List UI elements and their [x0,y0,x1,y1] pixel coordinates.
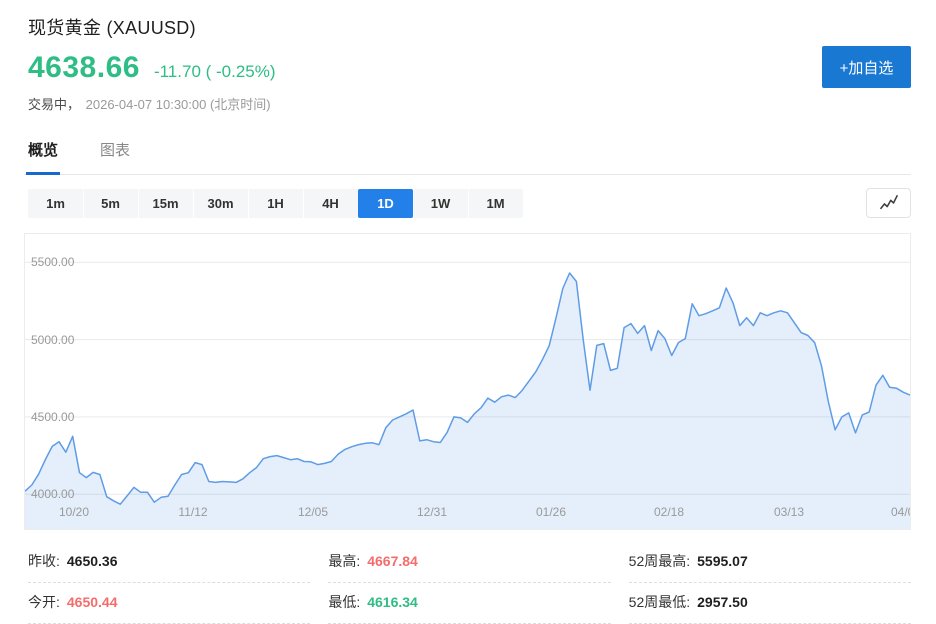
x-axis-label: 01/26 [531,505,571,519]
timeframe-button-5m[interactable]: 5m [83,189,138,218]
quote-header: 现货黄金 (XAUUSD) +加自选 4638.66 -11.70 ( -0.2… [0,0,936,113]
view-tabs: 概览 图表 [24,139,911,175]
y-axis-label: 5000.00 [31,333,74,347]
stat-label: 最低: [328,594,360,610]
last-price: 4638.66 [28,51,140,85]
x-axis-label: 04/07 [886,505,911,519]
timeframe-button-1H[interactable]: 1H [248,189,303,218]
add-watchlist-button[interactable]: +加自选 [822,46,911,88]
instrument-title: 现货黄金 (XAUUSD) [28,14,911,40]
quote-timestamp: 2026-04-07 10:30:00 (北京时间) [86,97,271,112]
stat-value: 5595.07 [697,553,748,569]
timeframe-button-1D[interactable]: 1D [358,189,413,218]
stat-value: 4616.34 [367,594,418,610]
stat-value: 4667.84 [367,553,418,569]
stat-value: 4650.44 [67,594,118,610]
x-axis-label: 11/12 [173,505,213,519]
x-axis-label: 12/31 [412,505,452,519]
stat-week52-low: 52周最低: 2957.50 [629,583,911,624]
timeframe-button-30m[interactable]: 30m [193,189,248,218]
stat-week52-high: 52周最高: 5595.07 [629,542,911,583]
stat-label: 最高: [328,553,360,569]
timeframe-button-1M[interactable]: 1M [468,189,523,218]
stat-label: 52周最高: [629,553,690,569]
price-chart[interactable]: 5500.00 5000.00 4500.00 4000.00 10/20 11/12 12… [24,233,911,530]
y-axis-label: 4000.00 [31,487,74,501]
timeframe-button-1m[interactable]: 1m [28,189,83,218]
chart-toolbar: 1m5m15m30m1H4H1D1W1M [28,188,911,218]
x-axis-label: 10/20 [54,505,94,519]
trading-status: 交易中， [28,97,80,112]
timeframe-button-15m[interactable]: 15m [138,189,193,218]
stat-low: 最低: 4616.34 [328,583,610,624]
stat-label: 52周最低: [629,594,690,610]
tab-chart[interactable]: 图表 [100,139,130,174]
stat-label: 昨收: [28,553,60,569]
stat-open: 今开: 4650.44 [28,583,310,624]
quote-stats: 昨收: 4650.36 最高: 4667.84 52周最高: 5595.07 今开: 4650… [28,542,911,624]
timeframe-group: 1m5m15m30m1H4H1D1W1M [28,189,523,218]
x-axis-label: 03/13 [769,505,809,519]
price-change: -11.70 ( -0.25%) [154,62,276,82]
tab-overview[interactable]: 概览 [28,139,58,174]
stat-high: 最高: 4667.84 [328,542,610,583]
timeframe-button-1W[interactable]: 1W [413,189,468,218]
status-row: 交易中， 2026-04-07 10:30:00 (北京时间) [28,94,911,113]
y-axis-label: 5500.00 [31,255,74,269]
price-area-chart [25,234,910,529]
y-axis-label: 4500.00 [31,410,74,424]
chart-type-button[interactable] [866,188,911,218]
stat-value: 4650.36 [67,553,118,569]
timeframe-button-4H[interactable]: 4H [303,189,358,218]
stat-label: 今开: [28,594,60,610]
quote-page: 现货黄金 (XAUUSD) +加自选 4638.66 -11.70 ( -0.2… [0,0,936,619]
x-axis-label: 02/18 [649,505,689,519]
stat-prev-close: 昨收: 4650.36 [28,542,310,583]
stat-value: 2957.50 [697,594,748,610]
line-chart-icon [878,194,900,212]
x-axis-label: 12/05 [293,505,333,519]
price-row: 4638.66 -11.70 ( -0.25%) [28,51,911,85]
